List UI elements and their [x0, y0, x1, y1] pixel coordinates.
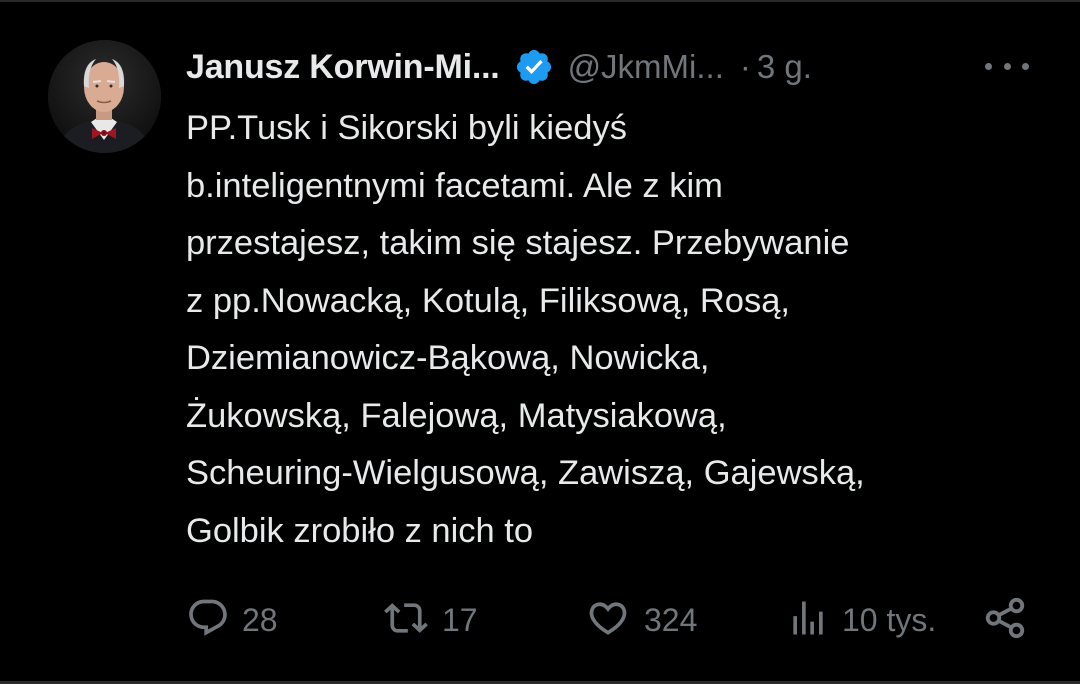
tweet-text-line: Żukowską, Falejową, Matysiakową,: [186, 396, 727, 435]
like-icon: [584, 596, 632, 645]
avatar[interactable]: [48, 40, 161, 153]
views-count: 10 tys.: [842, 601, 937, 638]
more-icon[interactable]: [985, 54, 1029, 78]
tweet-text-line: Dziemianowicz-Bąkową, Nowicka,: [186, 339, 710, 377]
author-display-name[interactable]: Janusz Korwin-Mi...: [186, 48, 500, 87]
avatar-image: [48, 40, 161, 153]
reply-icon: [186, 596, 230, 645]
tweet-text-line: b.inteligentnymi facetami. Ale z kim: [186, 166, 723, 205]
repost-icon: [382, 596, 430, 645]
tweet-actions: 28 17 324 10 tys.: [186, 596, 1036, 644]
share-icon: [982, 595, 1028, 646]
tweet-header: Janusz Korwin-Mi... @JkmMi... · 3 g.: [186, 42, 812, 92]
tweet-text-line: PP.Tusk i Sikorski byli kiedyś: [186, 109, 627, 147]
tweet-text-line: z pp.Nowacką, Kotulą, Filiksową, Rosą,: [186, 281, 791, 320]
share-button[interactable]: [982, 596, 1028, 644]
more-dot: [1003, 62, 1011, 70]
views-icon: [786, 596, 830, 645]
separator-dot: ·: [739, 48, 751, 85]
author-handle[interactable]: @JkmMi...: [568, 48, 724, 86]
reply-button[interactable]: 28: [186, 596, 278, 644]
more-dot: [985, 62, 992, 70]
repost-button[interactable]: 17: [382, 596, 478, 644]
reply-count: 28: [242, 601, 278, 638]
verified-badge-icon: [514, 47, 554, 87]
tweet-text: PP.Tusk i Sikorski byli kiedyś b.intelig…: [186, 100, 1066, 560]
like-button[interactable]: 324: [584, 596, 697, 644]
tweet-text-line: Scheuring-Wielgusową, Zawiszą, Gajewską,: [186, 454, 865, 492]
more-dot: [1022, 62, 1029, 70]
repost-count: 17: [442, 601, 478, 638]
like-count: 324: [644, 601, 698, 638]
tweet-text-line: Golbik zrobiło z nich to: [186, 511, 534, 550]
tweet-text-line: przestajesz, takim się stajesz. Przebywa…: [186, 224, 850, 262]
views-button[interactable]: 10 tys.: [786, 596, 936, 644]
tweet-timestamp[interactable]: 3 g.: [757, 48, 812, 86]
tweet-card: Janusz Korwin-Mi... @JkmMi... · 3 g. PP.…: [0, 0, 1080, 684]
